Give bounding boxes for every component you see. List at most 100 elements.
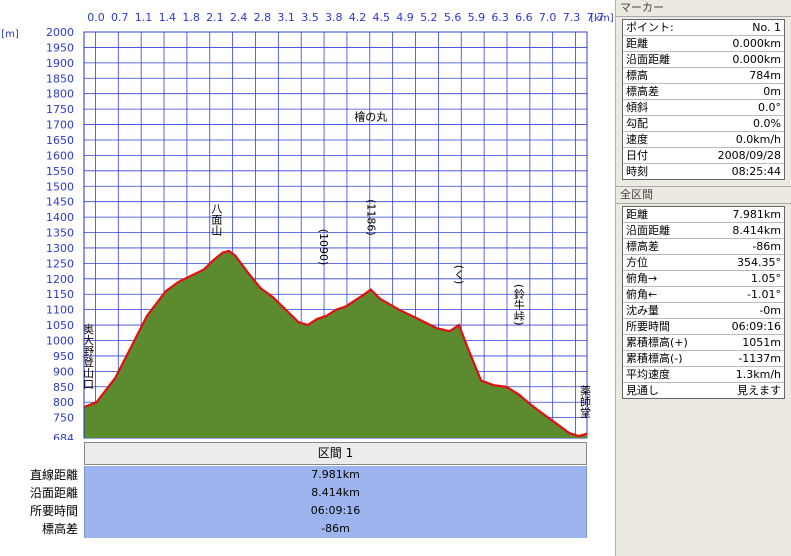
waypoint-label: (鈴牛峠) — [512, 284, 525, 326]
panel-row: 沿面距離 0.000km — [623, 52, 784, 68]
panel-row-value: 1.05° — [751, 272, 781, 285]
panel-row-label: 沿面距離 — [626, 224, 670, 237]
y-tick-label: 1650 — [46, 134, 74, 147]
panel-row: 標高差 0m — [623, 84, 784, 100]
panel-row-label: 距離 — [626, 37, 648, 50]
info-panel: マーカー ポイント: No. 1 距離 0.000km 沿面距離 0.000km 標高 784… — [615, 0, 791, 556]
x-tick-label: 5.2 — [420, 11, 438, 24]
panel-row: 標高 784m — [623, 68, 784, 84]
y-tick-label: 1950 — [46, 41, 74, 54]
section-row: 沿面距離 8.414km — [0, 484, 590, 502]
panel-row-label: 距離 — [626, 208, 648, 221]
x-tick-label: 2.1 — [206, 11, 224, 24]
y-tick-label: 850 — [53, 381, 74, 394]
panel-row: 距離 7.981km — [623, 207, 784, 223]
panel-row-value: 8.414km — [732, 224, 781, 237]
x-tick-label: 5.9 — [468, 11, 486, 24]
elevation-profile-chart[interactable]: 2000 1950 1900 1850 1800 1750 1700 1650 1600 1550… — [0, 0, 615, 440]
panel-row: 見通し 見えます — [623, 383, 784, 398]
y-tick-label: 1050 — [46, 319, 74, 332]
section-row-value: -86m — [84, 520, 587, 538]
waypoint-label: 八面山 — [210, 203, 223, 236]
x-tick-label: 2.4 — [230, 11, 248, 24]
range-panel-title: 全区間 — [616, 186, 791, 204]
range-table: 距離 7.981km 沿面距離 8.414km 標高差 -86m 方位 354.35° 俯角→ 1… — [622, 206, 785, 399]
panel-row: 所要時間 06:09:16 — [623, 319, 784, 335]
panel-row-value: 0.0% — [753, 117, 781, 130]
y-tick-label: 2000 — [46, 26, 74, 39]
y-tick-label: 1450 — [46, 196, 74, 209]
panel-row-value: 1.3km/h — [735, 368, 781, 381]
y-tick-label: 1600 — [46, 149, 74, 162]
section-row-label: 直線距離 — [29, 468, 78, 482]
waypoint-label: 奥大野登山口 — [82, 322, 95, 389]
x-tick-label: 4.9 — [396, 11, 414, 24]
panel-row-value: 0.0km/h — [735, 133, 781, 146]
y-tick-label: 684 — [53, 432, 74, 440]
panel-row-label: 平均速度 — [626, 368, 670, 381]
panel-row-label: 俯角→ — [626, 272, 658, 285]
panel-row-label: 方位 — [626, 256, 648, 269]
panel-row-label: 時刻 — [626, 165, 648, 178]
panel-row: ポイント: No. 1 — [623, 20, 784, 36]
panel-row-value: -1.01° — [747, 288, 781, 301]
x-tick-label: 6.3 — [491, 11, 509, 24]
panel-row-label: 累積標高(-) — [626, 352, 683, 365]
panel-row-label: 日付 — [626, 149, 648, 162]
waypoint-label: (く) — [452, 265, 465, 285]
section-row-value: 8.414km — [84, 484, 587, 502]
y-tick-label: 1750 — [46, 103, 74, 116]
y-tick-label: 1150 — [46, 288, 74, 301]
section-row-label: 沿面距離 — [29, 486, 78, 500]
section-row: 直線距離 7.981km — [0, 466, 590, 484]
section-row-value: 06:09:16 — [84, 502, 587, 520]
panel-row-value: 784m — [749, 69, 781, 82]
y-tick-label: 1550 — [46, 165, 74, 178]
panel-row-label: 見通し — [626, 384, 659, 397]
panel-row-label: 勾配 — [626, 117, 648, 130]
panel-row-label: 速度 — [626, 133, 648, 146]
x-tick-label: 7.3 — [563, 11, 581, 24]
x-tick-label: 7.0 — [539, 11, 557, 24]
panel-row: 速度 0.0km/h — [623, 132, 784, 148]
panel-row: 平均速度 1.3km/h — [623, 367, 784, 383]
waypoint-label: (1090) — [317, 229, 330, 266]
panel-row-value: 06:09:16 — [731, 320, 781, 333]
panel-row-value: 0.0° — [758, 101, 781, 114]
panel-row-value: -1137m — [738, 352, 781, 365]
waypoint-label: (1186) — [364, 199, 377, 236]
x-tick-label: 0.7 — [111, 11, 129, 24]
y-tick-label: 900 — [53, 365, 74, 378]
panel-row: 累積標高(-) -1137m — [623, 351, 784, 367]
panel-row: 沈み量 -0m — [623, 303, 784, 319]
panel-row-value: 2008/09/28 — [717, 149, 781, 162]
y-tick-label: 750 — [53, 412, 74, 425]
panel-row: 日付 2008/09/28 — [623, 148, 784, 164]
x-axis-unit: [km] — [590, 13, 613, 24]
x-tick-label: 1.8 — [182, 11, 200, 24]
y-tick-label: 1900 — [46, 57, 74, 70]
section-summary: 直線距離 7.981km 沿面距離 8.414km 所要時間 06:09:16 … — [0, 466, 590, 538]
panel-row-value: 7.981km — [732, 208, 781, 221]
x-tick-label: 4.5 — [373, 11, 391, 24]
y-tick-label: 1100 — [46, 304, 74, 317]
marker-panel-title: マーカー — [616, 0, 791, 17]
panel-row-value: No. 1 — [752, 21, 781, 34]
x-tick-label: 2.8 — [254, 11, 272, 24]
panel-row: 勾配 0.0% — [623, 116, 784, 132]
panel-row-label: 傾斜 — [626, 101, 648, 114]
y-tick-label: 1400 — [46, 211, 74, 224]
y-tick-label: 1000 — [46, 335, 74, 348]
waypoint-label: 檜の丸 — [354, 110, 387, 124]
panel-row-value: -86m — [752, 240, 781, 253]
x-tick-label: 1.4 — [159, 11, 177, 24]
panel-row-label: 俯角← — [626, 288, 658, 301]
section-row-label: 標高差 — [41, 522, 78, 536]
section-header: 区間 1 — [84, 442, 587, 465]
waypoint-label: 薬師堂 — [579, 385, 592, 418]
panel-row-label: 標高差 — [626, 85, 659, 98]
panel-row-label: 標高 — [626, 69, 648, 82]
panel-row: 時刻 08:25:44 — [623, 164, 784, 179]
x-tick-label: 4.2 — [349, 11, 367, 24]
x-tick-label: 5.6 — [444, 11, 462, 24]
